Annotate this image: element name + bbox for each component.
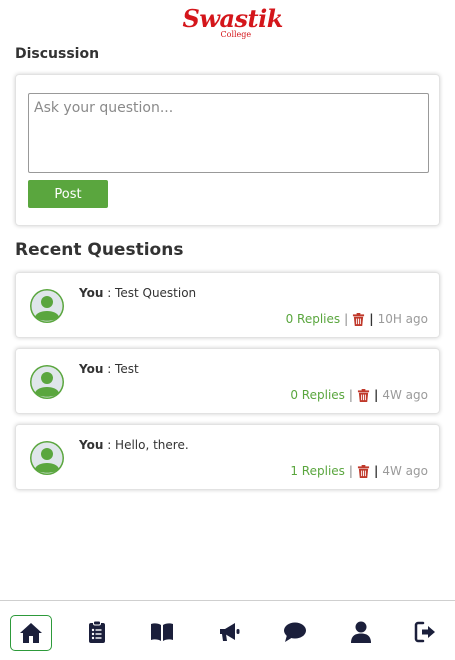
replies-link[interactable]: 1 Replies	[290, 464, 345, 478]
question-separator: :	[103, 362, 116, 376]
nav-logout[interactable]	[406, 613, 446, 651]
question-input[interactable]	[28, 93, 429, 173]
question-text: You : Hello, there.	[79, 438, 189, 452]
separator: |	[344, 312, 349, 326]
question-separator: :	[103, 286, 116, 300]
question-author: You	[79, 362, 104, 376]
separator: |	[348, 388, 353, 402]
college-logo: Swastik College	[183, 4, 284, 42]
chat-icon	[284, 622, 306, 642]
replies-link[interactable]: 0 Replies	[286, 312, 341, 326]
ask-question-card: Post	[15, 74, 440, 226]
clipboard-icon	[89, 620, 105, 643]
question-card[interactable]: You : Hello, there. 1 Replies | | 4W ago	[15, 424, 440, 490]
question-body: Hello, there.	[115, 438, 189, 452]
megaphone-icon	[220, 623, 240, 641]
app-header: Swastik College	[0, 4, 455, 42]
question-card[interactable]: You : Test 0 Replies | | 4W ago	[15, 348, 440, 414]
logo-subtext: College	[220, 30, 252, 39]
question-meta: 1 Replies | | 4W ago	[290, 464, 428, 478]
recent-questions-heading: Recent Questions	[15, 240, 184, 260]
question-card[interactable]: You : Test Question 0 Replies | | 10H ag…	[15, 272, 440, 338]
trash-icon[interactable]	[352, 312, 365, 326]
avatar-icon	[30, 365, 64, 399]
question-author: You	[79, 438, 104, 452]
nav-home[interactable]	[10, 615, 52, 651]
nav-library[interactable]	[142, 613, 182, 651]
question-text: You : Test	[79, 362, 139, 376]
question-meta: 0 Replies | | 10H ago	[286, 312, 428, 326]
nav-profile[interactable]	[341, 613, 381, 651]
trash-icon[interactable]	[357, 464, 370, 478]
separator: |	[348, 464, 353, 478]
avatar-icon	[30, 289, 64, 323]
home-icon	[20, 623, 42, 643]
question-author: You	[79, 286, 104, 300]
separator: |	[373, 464, 379, 478]
question-separator: :	[103, 438, 116, 452]
question-age: 10H ago	[377, 312, 428, 326]
bottom-nav	[0, 600, 455, 660]
question-body: Test	[115, 362, 139, 376]
replies-link[interactable]: 0 Replies	[290, 388, 345, 402]
question-age: 4W ago	[382, 388, 428, 402]
question-meta: 0 Replies | | 4W ago	[290, 388, 428, 402]
discussion-heading: Discussion	[15, 46, 100, 62]
question-age: 4W ago	[382, 464, 428, 478]
avatar-icon	[30, 441, 64, 475]
book-icon	[151, 623, 173, 641]
trash-icon[interactable]	[357, 388, 370, 402]
nav-assignments[interactable]	[77, 613, 117, 651]
separator: |	[369, 312, 374, 326]
post-button[interactable]: Post	[28, 180, 108, 208]
user-icon	[351, 621, 371, 643]
nav-announcements[interactable]	[209, 613, 249, 651]
nav-discussion[interactable]	[275, 613, 315, 651]
separator: |	[373, 388, 379, 402]
question-text: You : Test Question	[79, 286, 196, 300]
question-body: Test Question	[115, 286, 197, 300]
logout-icon	[414, 621, 435, 643]
logo-text: Swastik	[182, 4, 284, 33]
